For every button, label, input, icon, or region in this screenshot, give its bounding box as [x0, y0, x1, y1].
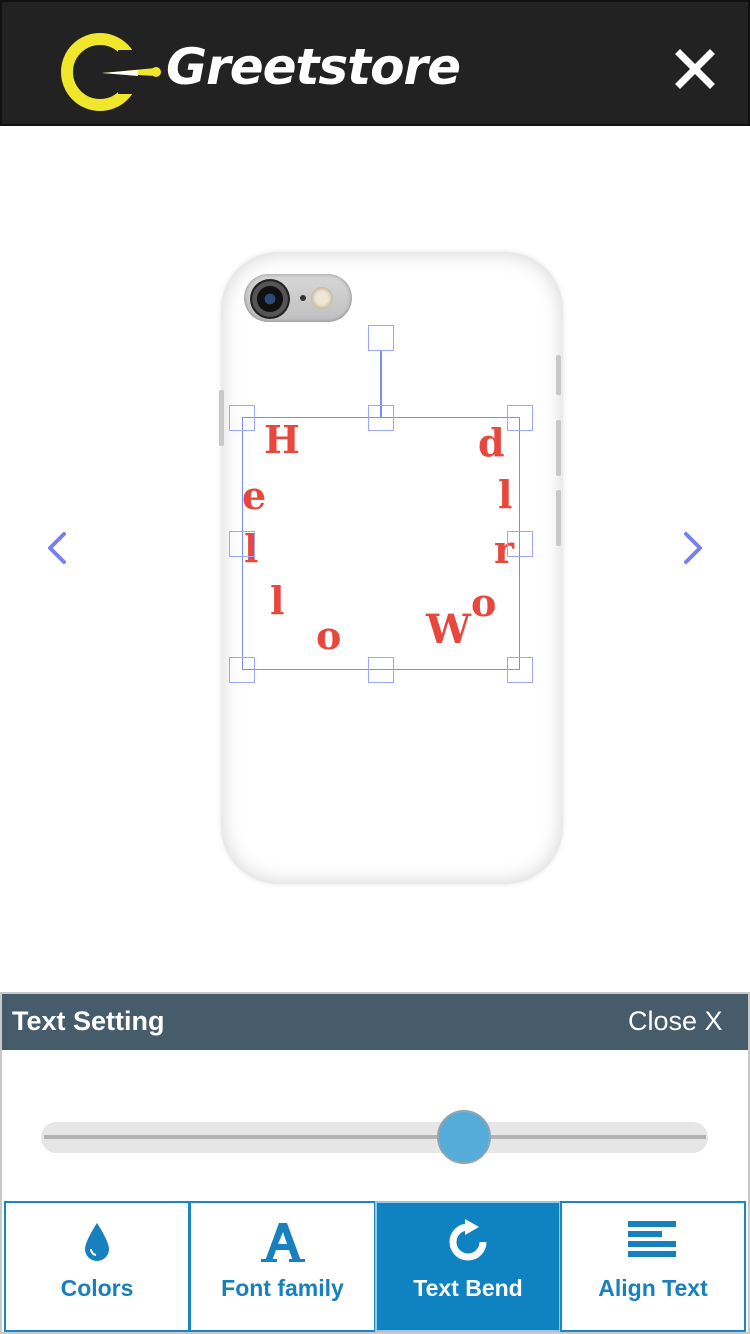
align-text-label: Align Text: [598, 1275, 708, 1301]
rotate-icon: [449, 1219, 487, 1261]
colors-button[interactable]: Colors: [4, 1201, 190, 1332]
microphone-dot: [300, 295, 306, 301]
resize-handle-bottom-left[interactable]: [229, 657, 255, 683]
camera-lens: [250, 279, 290, 319]
close-icon[interactable]: [670, 44, 720, 94]
slider-rail: [44, 1135, 706, 1139]
resize-handle-bottom[interactable]: [368, 657, 394, 683]
panel-title: Text Setting: [12, 1006, 165, 1036]
colors-label: Colors: [60, 1275, 134, 1301]
brand-name: Greetstore: [166, 38, 461, 96]
align-text-button[interactable]: Align Text: [560, 1201, 746, 1332]
resize-handle-left[interactable]: [229, 531, 255, 557]
align-lines-icon: [628, 1221, 676, 1257]
text-bend-label: Text Bend: [413, 1275, 523, 1301]
chevron-left-icon[interactable]: [40, 528, 76, 568]
resize-handle-top[interactable]: [368, 405, 394, 431]
greetstore-logo-icon[interactable]: [58, 28, 168, 118]
font-family-label: Font family: [221, 1275, 344, 1301]
phone-side-button: [556, 355, 561, 395]
resize-handle-bottom-right[interactable]: [507, 657, 533, 683]
droplet-icon: [85, 1223, 109, 1261]
font-family-button[interactable]: Font family: [189, 1201, 376, 1332]
phone-side-button: [219, 390, 224, 446]
panel-close-button[interactable]: Close X: [628, 1006, 723, 1037]
chevron-right-icon[interactable]: [674, 528, 710, 568]
slider-thumb[interactable]: [437, 1110, 491, 1164]
text-bend-button[interactable]: Text Bend: [375, 1201, 561, 1332]
resize-handle-top-left[interactable]: [229, 405, 255, 431]
phone-side-button: [556, 490, 561, 546]
rotate-handle[interactable]: [368, 325, 394, 351]
text-selection-box[interactable]: [242, 417, 520, 670]
phone-side-button: [556, 420, 561, 476]
resize-handle-right[interactable]: [507, 531, 533, 557]
resize-handle-top-right[interactable]: [507, 405, 533, 431]
camera-flash: [311, 287, 333, 309]
font-a-icon: [260, 1223, 305, 1262]
